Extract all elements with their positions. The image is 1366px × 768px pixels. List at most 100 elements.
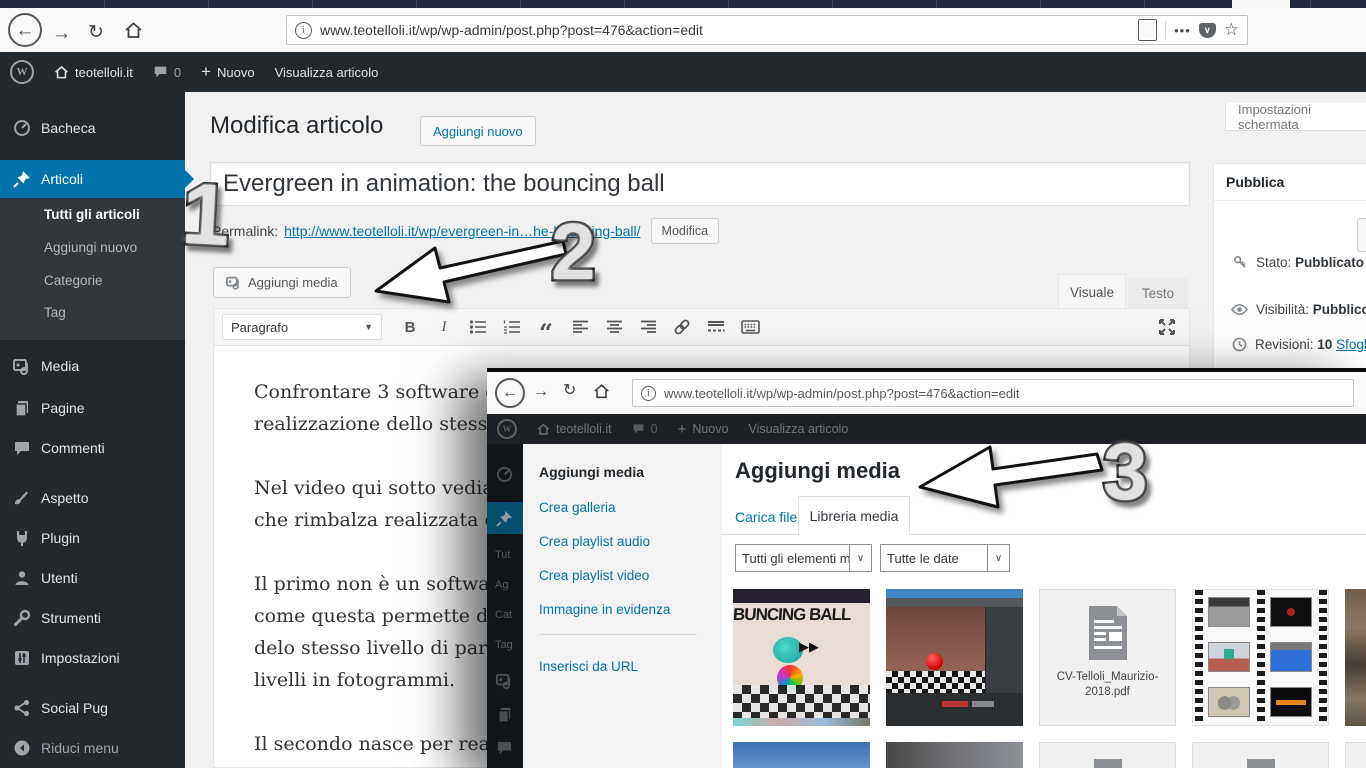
back-icon: ←	[16, 21, 35, 40]
media-date-filter-value: Tutte le date	[881, 551, 987, 566]
url-text[interactable]: www.teotelloli.it/wp/wp-admin/post.php?p…	[320, 22, 1130, 38]
media-item-bouncing-ball[interactable]: BUNCING BALL ▶▶	[733, 589, 870, 726]
tab-libreria-media[interactable]: Libreria media	[798, 496, 910, 535]
view-post-link[interactable]: Visualizza articolo	[265, 52, 389, 92]
sidebar-item-bacheca[interactable]: Bacheca	[0, 110, 185, 146]
media-item-video-sheet[interactable]	[1192, 589, 1329, 726]
active-tab[interactable]	[1232, 0, 1290, 8]
wp-logo-menu[interactable]: W	[0, 52, 44, 92]
bullet-list-button[interactable]	[462, 314, 494, 340]
browse-revisions-link[interactable]: Sfoglia	[1336, 337, 1366, 352]
link-button[interactable]	[666, 314, 698, 340]
format-select[interactable]: Paragrafo ▼	[222, 314, 382, 340]
home-button[interactable]	[124, 21, 143, 40]
url-bar[interactable]: i www.teotelloli.it/wp/wp-admin/post.php…	[286, 15, 1248, 45]
sidebar-item-aspetto[interactable]: Aspetto	[0, 480, 185, 516]
media-item-3d-software[interactable]	[886, 589, 1023, 726]
toolbar-toggle-button[interactable]	[734, 314, 766, 340]
browser-tab-strip[interactable]	[0, 0, 1366, 8]
modal-menu-immagine-in-evidenza[interactable]: Immagine in evidenza	[539, 602, 670, 617]
comments-menu[interactable]: 0	[622, 414, 668, 444]
sidebar-item-impostazioni[interactable]: Impostazioni	[0, 640, 185, 676]
url-bar[interactable]: i www.teotelloli.it/wp/wp-admin/post.php…	[632, 379, 1354, 407]
media-item-sky-photo[interactable]	[733, 742, 870, 768]
add-media-button[interactable]: Aggiungi media	[213, 267, 351, 298]
new-content-menu[interactable]: + Nuovo	[191, 52, 265, 92]
back-button[interactable]: ←	[495, 378, 525, 408]
fullscreen-button[interactable]	[1156, 316, 1178, 338]
sidebar-item-tag[interactable]: Tag	[44, 305, 66, 320]
numbered-list-button[interactable]	[496, 314, 528, 340]
align-center-button[interactable]	[598, 314, 630, 340]
url-text[interactable]: www.teotelloli.it/wp/wp-admin/post.php?p…	[664, 386, 1345, 401]
comments-menu[interactable]: 0	[143, 52, 191, 92]
sidebar-item-articoli[interactable]: Articoli	[0, 160, 185, 198]
add-new-button[interactable]: Aggiungi nuovo	[420, 116, 536, 146]
media-item-document[interactable]	[1192, 742, 1329, 768]
back-button[interactable]: ←	[8, 13, 42, 47]
blockquote-button[interactable]: “	[530, 309, 562, 345]
align-center-icon	[606, 320, 623, 334]
modal-menu-inserisci-da-url[interactable]: Inserisci da URL	[539, 659, 638, 674]
home-button[interactable]	[593, 383, 610, 400]
tab-carica-file[interactable]: Carica file	[735, 509, 797, 525]
media-item-gray-photo[interactable]	[886, 742, 1023, 768]
media-item-document[interactable]	[1345, 742, 1366, 768]
sidebar-item-tutti-gli-articoli[interactable]: Tutti gli articoli	[44, 207, 140, 222]
read-more-tag-button[interactable]	[700, 314, 732, 340]
bullet-list-icon	[469, 319, 487, 335]
reload-button[interactable]: ↻	[563, 383, 576, 399]
forward-button[interactable]: →	[52, 24, 71, 43]
modal-menu-crea-galleria[interactable]: Crea galleria	[539, 500, 616, 515]
modal-menu-crea-playlist-audio[interactable]: Crea playlist audio	[539, 534, 650, 549]
media-item-arch-photo[interactable]	[1345, 589, 1366, 726]
view-post-link[interactable]: Visualizza articolo	[738, 414, 858, 444]
align-right-button[interactable]	[632, 314, 664, 340]
wp-logo-menu[interactable]: W	[487, 414, 527, 444]
sidebar-item-pagine[interactable]: Pagine	[0, 390, 185, 426]
comments-icon	[496, 740, 513, 756]
page-actions-icon[interactable]: •••	[1174, 23, 1191, 38]
overlay-browser-toolbar: ← → ↻ i www.teotelloli.it/wp/wp-admin/po…	[487, 372, 1366, 415]
keyboard-icon	[741, 320, 760, 334]
key-icon	[1233, 255, 1248, 270]
sidebar-item-riduci-menu[interactable]: Riduci menu	[0, 730, 185, 766]
media-item-document[interactable]	[1039, 742, 1176, 768]
site-info-icon[interactable]: i	[295, 22, 312, 39]
page-title: Modifica articolo	[210, 112, 383, 140]
bold-button[interactable]: B	[394, 314, 426, 340]
sidebar-label: Commenti	[41, 440, 105, 456]
site-info-icon[interactable]: i	[641, 386, 656, 401]
italic-button[interactable]: I	[428, 314, 460, 340]
modal-menu-crea-playlist-video[interactable]: Crea playlist video	[539, 568, 649, 583]
dim-sidebar-text: Tut	[495, 549, 511, 561]
tab-visual[interactable]: Visuale	[1058, 274, 1126, 309]
site-menu[interactable]: teotelloli.it	[527, 414, 622, 444]
tools-wrench-icon	[13, 609, 31, 627]
post-title-input[interactable]: Evergreen in animation: the bouncing bal…	[210, 162, 1190, 206]
bookmark-star-icon[interactable]: ☆	[1224, 20, 1239, 40]
edit-permalink-button[interactable]: Modifica	[651, 218, 720, 244]
sidebar-item-plugin[interactable]: Plugin	[0, 520, 185, 556]
reader-mode-icon[interactable]	[1138, 19, 1157, 41]
sidebar-item-commenti[interactable]: Commenti	[0, 430, 185, 466]
pocket-icon[interactable]: ∨	[1199, 23, 1216, 38]
sidebar-item-categorie[interactable]: Categorie	[44, 273, 103, 288]
media-type-filter[interactable]: Tutti gli elementi me ∨	[735, 544, 872, 572]
screen-options-tab[interactable]: Impostazioni schermata	[1225, 103, 1366, 131]
sidebar-item-strumenti[interactable]: Strumenti	[0, 600, 185, 636]
sidebar-item-social-pug[interactable]: Social Pug	[0, 690, 185, 726]
preview-button[interactable]	[1357, 218, 1366, 252]
media-item-pdf[interactable]: CV-Telloli_Maurizio-2018.pdf	[1039, 589, 1176, 726]
publish-panel-title: Pubblica	[1214, 164, 1366, 201]
sidebar-item-aggiungi-nuovo[interactable]: Aggiungi nuovo	[44, 240, 137, 255]
sidebar-item-utenti[interactable]: Utenti	[0, 560, 185, 596]
sidebar-item-media[interactable]: Media	[0, 348, 185, 384]
forward-button[interactable]: →	[533, 384, 549, 400]
reload-button[interactable]: ↻	[88, 23, 104, 42]
align-left-button[interactable]	[564, 314, 596, 340]
media-date-filter[interactable]: Tutte le date ∨	[880, 544, 1010, 572]
new-content-menu[interactable]: + Nuovo	[668, 414, 739, 444]
tab-text[interactable]: Testo	[1128, 278, 1188, 309]
site-menu[interactable]: teotelloli.it	[44, 52, 143, 92]
